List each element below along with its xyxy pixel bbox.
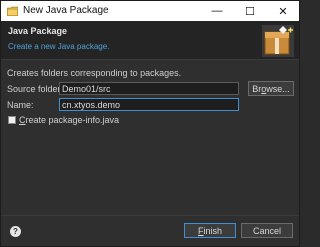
source-folder-input[interactable] xyxy=(59,82,239,95)
window-title: New Java Package xyxy=(23,5,109,16)
title-bar: New Java Package — ☐ ✕ xyxy=(1,1,299,21)
cancel-button[interactable]: Cancel xyxy=(241,223,293,238)
new-java-package-dialog: New Java Package — ☐ ✕ Java Package Crea… xyxy=(0,0,300,247)
wizard-title: Java Package xyxy=(8,26,68,36)
minimize-button[interactable]: — xyxy=(201,1,233,21)
help-icon[interactable]: ? xyxy=(10,226,21,237)
maximize-button[interactable]: ☐ xyxy=(234,1,266,21)
package-name-label: Name: xyxy=(7,100,34,110)
package-wizard-icon xyxy=(262,25,294,57)
finish-label: inish xyxy=(203,225,222,236)
create-package-info-checkbox[interactable] xyxy=(8,116,16,124)
folder-app-icon xyxy=(7,6,18,16)
create-package-info-text: reate package-info.java xyxy=(25,115,120,125)
browse-label-prefix: Br xyxy=(252,83,262,94)
close-button[interactable]: ✕ xyxy=(267,1,299,21)
footer-divider xyxy=(1,215,299,216)
source-folder-label: Source folder: xyxy=(7,84,64,94)
wizard-subtitle: Create a new Java package. xyxy=(8,42,110,51)
browse-button[interactable]: Br o wse... xyxy=(248,81,294,96)
dialog-description: Creates folders corresponding to package… xyxy=(7,68,182,78)
browse-label-suffix: wse... xyxy=(266,83,290,94)
finish-button[interactable]: Finish xyxy=(184,223,236,238)
wizard-header: Java Package Create a new Java package. xyxy=(1,21,299,60)
create-package-info-label[interactable]: Create package-info.java xyxy=(19,115,119,125)
package-name-input[interactable] xyxy=(59,98,239,111)
